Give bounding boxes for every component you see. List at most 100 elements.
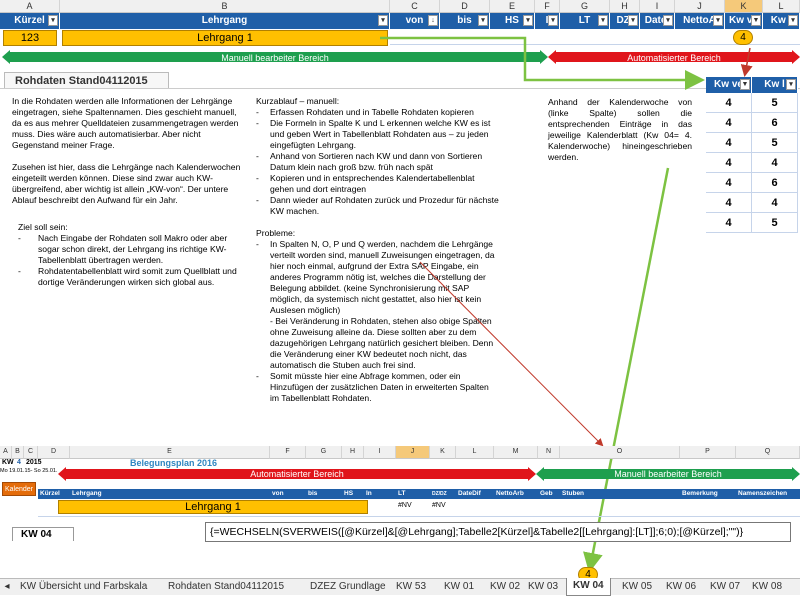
col-J[interactable]: J — [396, 446, 430, 459]
tab-kw53[interactable]: KW 53 — [396, 579, 426, 594]
filter-dropdown-icon[interactable]: ▾ — [628, 15, 638, 26]
col-N[interactable]: N — [538, 446, 560, 459]
header-lt[interactable]: LT ▾ — [560, 13, 610, 29]
header-nettoa[interactable]: NettoA ▾ — [675, 13, 725, 29]
col-A[interactable]: A — [0, 0, 60, 13]
kw-cell[interactable]: 4 — [706, 133, 752, 153]
cell-kuerzel[interactable]: 123 — [3, 30, 57, 46]
col-C[interactable]: C — [24, 446, 38, 459]
col-B[interactable]: B — [60, 0, 390, 13]
bh-stuben[interactable]: Stuben — [562, 489, 584, 499]
col-O[interactable]: O — [560, 446, 680, 459]
kw-cell[interactable]: 6 — [752, 173, 798, 193]
header-von[interactable]: von ↓ — [390, 13, 440, 29]
filter-dropdown-icon[interactable]: ▾ — [48, 15, 58, 26]
bh-in[interactable]: In — [366, 489, 372, 499]
filter-active-icon[interactable]: ▼ — [740, 79, 750, 90]
header-dz[interactable]: DZ/▾ — [610, 13, 640, 29]
cell-nv-2[interactable]: #NV — [432, 502, 446, 509]
filter-dropdown-icon[interactable]: ▾ — [786, 79, 796, 90]
filter-dropdown-icon[interactable]: ▾ — [663, 15, 673, 26]
header-kuerzel[interactable]: Kürzel ▾ — [0, 13, 60, 29]
kw-table-header-von[interactable]: Kw ve ▼ — [706, 77, 752, 93]
header-i[interactable]: I ▾ — [535, 13, 560, 29]
tab-kw06[interactable]: KW 06 — [666, 579, 696, 594]
kw-cell[interactable]: 5 — [752, 93, 798, 113]
bh-lehrgang[interactable]: Lehrgang — [72, 489, 102, 499]
header-kw-von[interactable]: Kw ve ▼ — [725, 13, 763, 29]
kw-cell[interactable]: 6 — [752, 113, 798, 133]
header-kw-bis[interactable]: Kw l ▾ — [763, 13, 800, 29]
tab-kw08[interactable]: KW 08 — [752, 579, 782, 594]
kw-cell[interactable]: 4 — [706, 113, 752, 133]
bh-kuerzel[interactable]: Kürzel — [40, 489, 60, 499]
header-hs[interactable]: HS ▾ — [490, 13, 535, 29]
col-K[interactable]: K — [725, 0, 763, 13]
tab-kw-uebersicht[interactable]: KW Übersicht und Farbskala — [20, 579, 147, 594]
kw-cell[interactable]: 4 — [752, 193, 798, 213]
sheet-tab-rohdaten-label[interactable]: Rohdaten Stand04112015 — [4, 72, 169, 88]
bh-namenszeichen[interactable]: Namenszeichen — [738, 489, 787, 499]
tab-kw05[interactable]: KW 05 — [622, 579, 652, 594]
col-J[interactable]: J — [675, 0, 725, 13]
col-B[interactable]: B — [12, 446, 24, 459]
col-H[interactable]: H — [342, 446, 364, 459]
tab-scroll-left-icon[interactable]: ◂ — [0, 579, 14, 594]
tab-kw02[interactable]: KW 02 — [490, 579, 520, 594]
filter-active-icon[interactable]: ▼ — [751, 15, 761, 26]
header-bis[interactable]: bis ▾ — [440, 13, 490, 29]
filter-dropdown-icon[interactable]: ▾ — [523, 15, 533, 26]
sheet-tab-kw04-label[interactable]: KW 04 — [12, 527, 74, 541]
kw-cell[interactable]: 5 — [752, 213, 798, 233]
bh-geb[interactable]: Geb — [540, 489, 553, 499]
col-A[interactable]: A — [0, 446, 12, 459]
col-F[interactable]: F — [535, 0, 560, 13]
formula-bar[interactable]: {=WECHSELN(SVERWEIS([@Kürzel]&[@Lehrgang… — [205, 522, 791, 542]
col-F[interactable]: F — [270, 446, 306, 459]
filter-dropdown-icon[interactable]: ▾ — [478, 15, 488, 26]
tab-kw07[interactable]: KW 07 — [710, 579, 740, 594]
filter-dropdown-icon[interactable]: ▾ — [548, 15, 558, 26]
cell-nv-1[interactable]: #NV — [398, 502, 412, 509]
header-lehrgang[interactable]: Lehrgang ▾ — [60, 13, 390, 29]
header-datei[interactable]: Datei ▾ — [640, 13, 675, 29]
cell-lehrgang[interactable]: Lehrgang 1 — [62, 30, 388, 46]
filter-dropdown-icon[interactable]: ▾ — [713, 15, 723, 26]
bh-lt[interactable]: LT — [398, 489, 405, 499]
year-value[interactable]: 2015 — [26, 459, 42, 466]
tab-rohdaten[interactable]: Rohdaten Stand04112015 — [168, 579, 284, 594]
sort-dropdown-icon[interactable]: ↓ — [428, 15, 438, 26]
bh-hs[interactable]: HS — [344, 489, 353, 499]
bh-datedif[interactable]: DateDif — [458, 489, 481, 499]
col-C[interactable]: C — [390, 0, 440, 13]
kw-value[interactable]: 4 — [17, 459, 21, 466]
col-G[interactable]: G — [306, 446, 342, 459]
tab-kw03[interactable]: KW 03 — [528, 579, 558, 594]
col-E[interactable]: E — [490, 0, 535, 13]
kw-cell[interactable]: 4 — [706, 93, 752, 113]
kw-cell[interactable]: 4 — [752, 153, 798, 173]
col-D[interactable]: D — [440, 0, 490, 13]
kalender-button[interactable]: Kalender — [2, 482, 36, 496]
filter-dropdown-icon[interactable]: ▾ — [378, 15, 388, 26]
col-M[interactable]: M — [494, 446, 538, 459]
col-P[interactable]: P — [680, 446, 736, 459]
tab-kw04-active[interactable]: KW 04 — [566, 578, 611, 596]
kw-cell[interactable]: 5 — [752, 133, 798, 153]
col-L[interactable]: L — [456, 446, 494, 459]
bh-bis[interactable]: bis — [308, 489, 317, 499]
kw-cell[interactable]: 4 — [706, 193, 752, 213]
kw-table-header-bis[interactable]: Kw l ▾ — [752, 77, 798, 93]
bh-bemerkung[interactable]: Bemerkung — [682, 489, 718, 499]
filter-dropdown-icon[interactable]: ▾ — [598, 15, 608, 26]
kw-cell[interactable]: 4 — [706, 173, 752, 193]
cell-lehrgang[interactable]: Lehrgang 1 — [58, 500, 368, 514]
col-I[interactable]: I — [364, 446, 396, 459]
kw-cell[interactable]: 4 — [706, 153, 752, 173]
col-I[interactable]: I — [640, 0, 675, 13]
col-H[interactable]: H — [610, 0, 640, 13]
tab-dzez-grundlage[interactable]: DZEZ Grundlage — [310, 579, 386, 594]
bh-von[interactable]: von — [272, 489, 284, 499]
col-G[interactable]: G — [560, 0, 610, 13]
bh-nettoarb[interactable]: NettoArb — [496, 489, 524, 499]
